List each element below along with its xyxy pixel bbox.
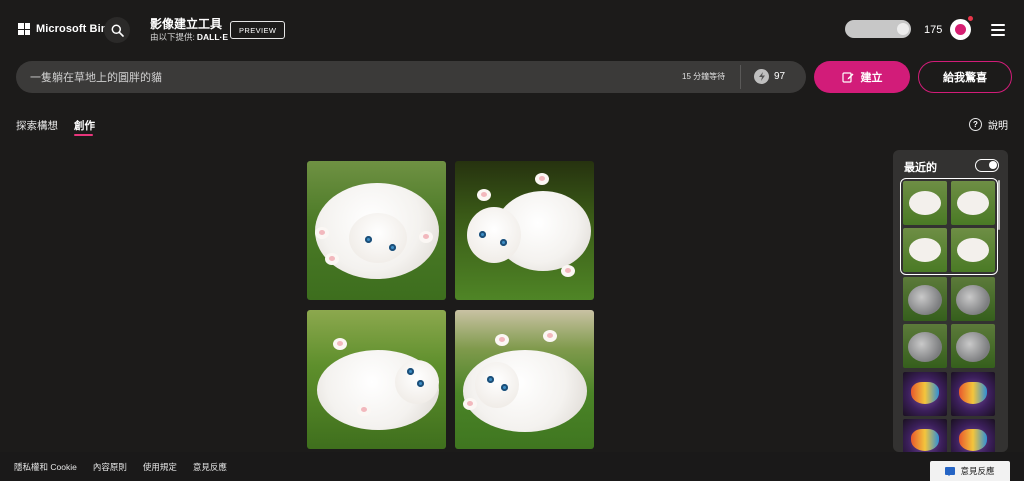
feedback-button[interactable]: 意見反應	[930, 461, 1010, 481]
reward-count[interactable]: 175	[924, 24, 942, 36]
generated-image-1[interactable]	[307, 161, 446, 300]
search-icon	[111, 24, 124, 37]
footer: 隱私權和 Cookie 內容原則 使用規定 意見反應	[0, 452, 1024, 481]
prompt-input[interactable]	[30, 61, 650, 93]
tab-creations[interactable]: 創作	[74, 118, 95, 133]
user-account-avatar[interactable]	[845, 20, 911, 38]
toggle-switch-icon[interactable]	[975, 159, 999, 172]
boost-counter[interactable]: 97	[754, 69, 785, 84]
provider-name: DALL·E	[196, 32, 229, 42]
provider-line: 由以下提供: DALL·E	[150, 31, 228, 43]
app-title: 影像建立工具	[150, 17, 223, 31]
recent-item-grey-cats[interactable]	[903, 277, 995, 368]
recent-scrollbar[interactable]	[998, 180, 1000, 230]
recent-thumbnail	[903, 372, 947, 416]
app-title-block: 影像建立工具 由以下提供: DALL·E	[150, 17, 228, 43]
footer-link-terms[interactable]: 使用規定	[143, 461, 177, 473]
recent-thumbnail	[950, 228, 995, 272]
recent-thumbnail	[903, 324, 947, 368]
generated-image-4[interactable]	[455, 310, 594, 449]
footer-link-content-policy[interactable]: 內容原則	[93, 461, 127, 473]
hamburger-menu-icon[interactable]	[991, 24, 1005, 36]
bing-logo[interactable]: Microsoft Bing	[18, 23, 114, 35]
footer-links: 隱私權和 Cookie 內容原則 使用規定 意見反應	[14, 461, 227, 473]
help-label: 說明	[988, 121, 1008, 132]
recent-title: 最近的	[904, 162, 937, 174]
feedback-chat-icon	[945, 467, 956, 476]
recent-thumbnail	[903, 181, 947, 225]
trophy-icon[interactable]	[950, 19, 971, 40]
feedback-label: 意見反應	[960, 466, 995, 476]
search-button[interactable]	[104, 17, 130, 43]
provider-prefix: 由以下提供:	[150, 32, 195, 42]
create-edit-icon	[841, 72, 853, 83]
recent-thumbnail	[950, 419, 995, 452]
footer-link-feedback[interactable]: 意見反應	[193, 461, 227, 473]
preview-badge: PREVIEW	[230, 21, 286, 39]
wait-time-label: 15 分鐘等待	[682, 72, 726, 81]
surprise-me-button[interactable]: 給我驚喜	[918, 61, 1012, 93]
recent-thumbnail	[903, 228, 947, 272]
create-label: 建立	[860, 72, 883, 84]
generated-image-3[interactable]	[307, 310, 446, 449]
footer-link-privacy[interactable]: 隱私權和 Cookie	[14, 461, 77, 473]
recent-thumbnail	[950, 181, 995, 225]
recent-thumbnail	[950, 277, 995, 321]
microsoft-logo-icon	[18, 23, 30, 35]
notification-dot	[968, 16, 973, 21]
active-tab-indicator	[74, 134, 93, 136]
boost-count: 97	[774, 71, 786, 82]
recent-panel: 最近的	[893, 150, 1008, 452]
create-button[interactable]: 建立	[814, 61, 910, 93]
boost-coin-icon	[754, 69, 769, 84]
bar-divider	[740, 65, 741, 89]
recent-item-butterflies[interactable]	[903, 372, 995, 452]
generated-image-2[interactable]	[455, 161, 594, 300]
help-link[interactable]: ? 說明	[969, 117, 1008, 132]
brand-name: Microsoft Bing	[36, 23, 115, 35]
help-icon: ?	[969, 118, 982, 131]
header: Microsoft Bing 影像建立工具 由以下提供: DALL·E PREVI…	[0, 0, 1024, 60]
recent-thumbnail	[950, 324, 995, 368]
recent-thumbnail	[903, 419, 947, 452]
tab-explore[interactable]: 探索構想	[16, 118, 58, 133]
recent-thumbnail	[950, 372, 995, 416]
prompt-bar: 15 分鐘等待 97	[16, 61, 806, 93]
recent-thumbnail	[903, 277, 947, 321]
recent-item-white-cats[interactable]	[900, 178, 998, 275]
